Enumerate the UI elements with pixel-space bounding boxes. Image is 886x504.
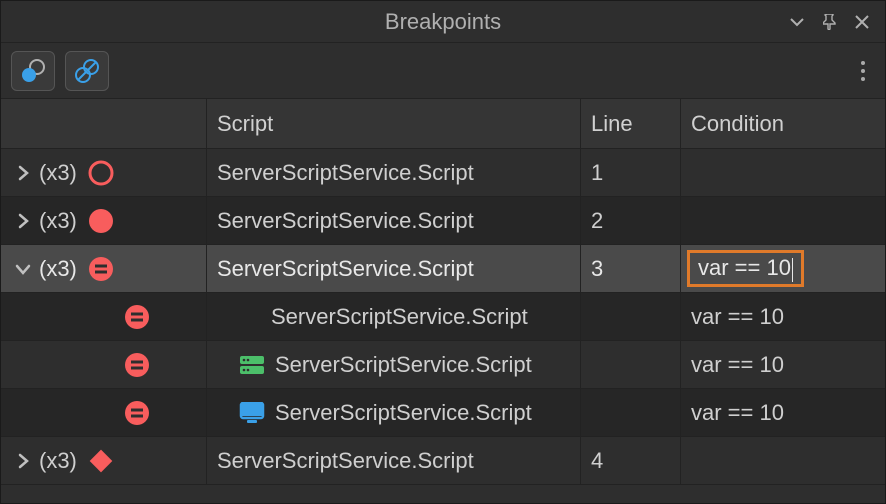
disable-all-breakpoints-button[interactable] [65,51,109,91]
breakpoint-group-row[interactable]: (x3) ServerScriptService.Script 2 [1,197,885,245]
breakpoint-circle-equals-icon[interactable] [123,303,151,331]
breakpoint-child-row[interactable]: ServerScriptService.Script var == 10 [1,293,885,341]
line-cell: 2 [581,197,681,244]
script-cell: ServerScriptService.Script [207,149,581,196]
script-path: ServerScriptService.Script [275,352,532,378]
script-path: ServerScriptService.Script [217,208,474,234]
line-cell: 3 [581,245,681,292]
condition-cell[interactable]: var == 10 [681,341,885,388]
condition-cell[interactable] [681,437,885,484]
line-cell [581,293,681,340]
breakpoint-child-row[interactable]: ServerScriptService.Script var == 10 [1,389,885,437]
script-cell: ServerScriptService.Script [207,197,581,244]
tree-cell [1,389,207,436]
breakpoint-circle-filled-icon[interactable] [87,207,115,235]
breakpoint-circle-equals-icon[interactable] [123,351,151,379]
condition-cell[interactable]: var == 10 [681,245,885,292]
text-caret [792,258,793,282]
column-header-line[interactable]: Line [581,99,681,148]
chevron-right-icon[interactable] [13,211,33,231]
tree-cell: (x3) [1,149,207,196]
script-path: ServerScriptService.Script [275,400,532,426]
toggle-breakpoint-button[interactable] [11,51,55,91]
breakpoint-child-row[interactable]: ServerScriptService.Script var == 10 [1,341,885,389]
toolbar [1,43,885,99]
script-cell: ServerScriptService.Script [207,293,581,340]
tree-cell: (x3) [1,437,207,484]
condition-text: var == 10 [698,255,791,280]
window-controls [789,13,885,31]
chevron-right-icon[interactable] [13,163,33,183]
group-count: (x3) [39,256,77,282]
column-header-condition[interactable]: Condition [681,99,885,148]
breakpoints-table: Script Line Condition (x3) ServerScriptSe… [1,99,885,503]
line-cell [581,341,681,388]
breakpoint-circle-equals-icon[interactable] [87,255,115,283]
script-path: ServerScriptService.Script [217,160,474,186]
script-cell: ServerScriptService.Script [207,245,581,292]
close-icon[interactable] [853,13,871,31]
group-count: (x3) [39,160,77,186]
breakpoint-group-row[interactable]: (x3) ServerScriptService.Script 1 [1,149,885,197]
script-cell: ServerScriptService.Script [207,341,581,388]
condition-edit-input[interactable]: var == 10 [687,250,804,286]
breakpoint-diamond-filled-icon[interactable] [87,447,115,475]
condition-cell[interactable]: var == 10 [681,389,885,436]
server-context-icon [239,355,265,375]
script-path: ServerScriptService.Script [217,256,474,282]
column-header-tree[interactable] [1,99,207,148]
more-options-button[interactable] [851,51,875,91]
tree-cell: (x3) [1,245,207,292]
breakpoint-group-row[interactable]: (x3) ServerScriptService.Script 4 [1,437,885,485]
chevron-down-icon[interactable] [13,259,33,279]
titlebar: Breakpoints [1,1,885,43]
client-context-icon [239,403,265,423]
line-cell: 4 [581,437,681,484]
tree-cell [1,293,207,340]
column-header-script[interactable]: Script [207,99,581,148]
breakpoint-group-row[interactable]: (x3) ServerScriptService.Script 3 var == 10 [1,245,885,293]
group-count: (x3) [39,208,77,234]
tree-cell [1,341,207,388]
condition-cell[interactable] [681,149,885,196]
script-cell: ServerScriptService.Script [207,437,581,484]
tree-cell: (x3) [1,197,207,244]
breakpoints-panel: { "title": "Breakpoints", "columns": { "… [0,0,886,504]
table-header-row: Script Line Condition [1,99,885,149]
condition-cell[interactable] [681,197,885,244]
pin-icon[interactable] [821,13,839,31]
breakpoint-circle-outline-icon[interactable] [87,159,115,187]
breakpoint-circle-equals-icon[interactable] [123,399,151,427]
script-path: ServerScriptService.Script [217,448,474,474]
line-cell [581,389,681,436]
chevron-right-icon[interactable] [13,451,33,471]
script-path: ServerScriptService.Script [271,304,528,330]
condition-cell[interactable]: var == 10 [681,293,885,340]
line-cell: 1 [581,149,681,196]
options-chevron-icon[interactable] [789,13,807,31]
panel-title: Breakpoints [1,9,885,35]
group-count: (x3) [39,448,77,474]
script-cell: ServerScriptService.Script [207,389,581,436]
